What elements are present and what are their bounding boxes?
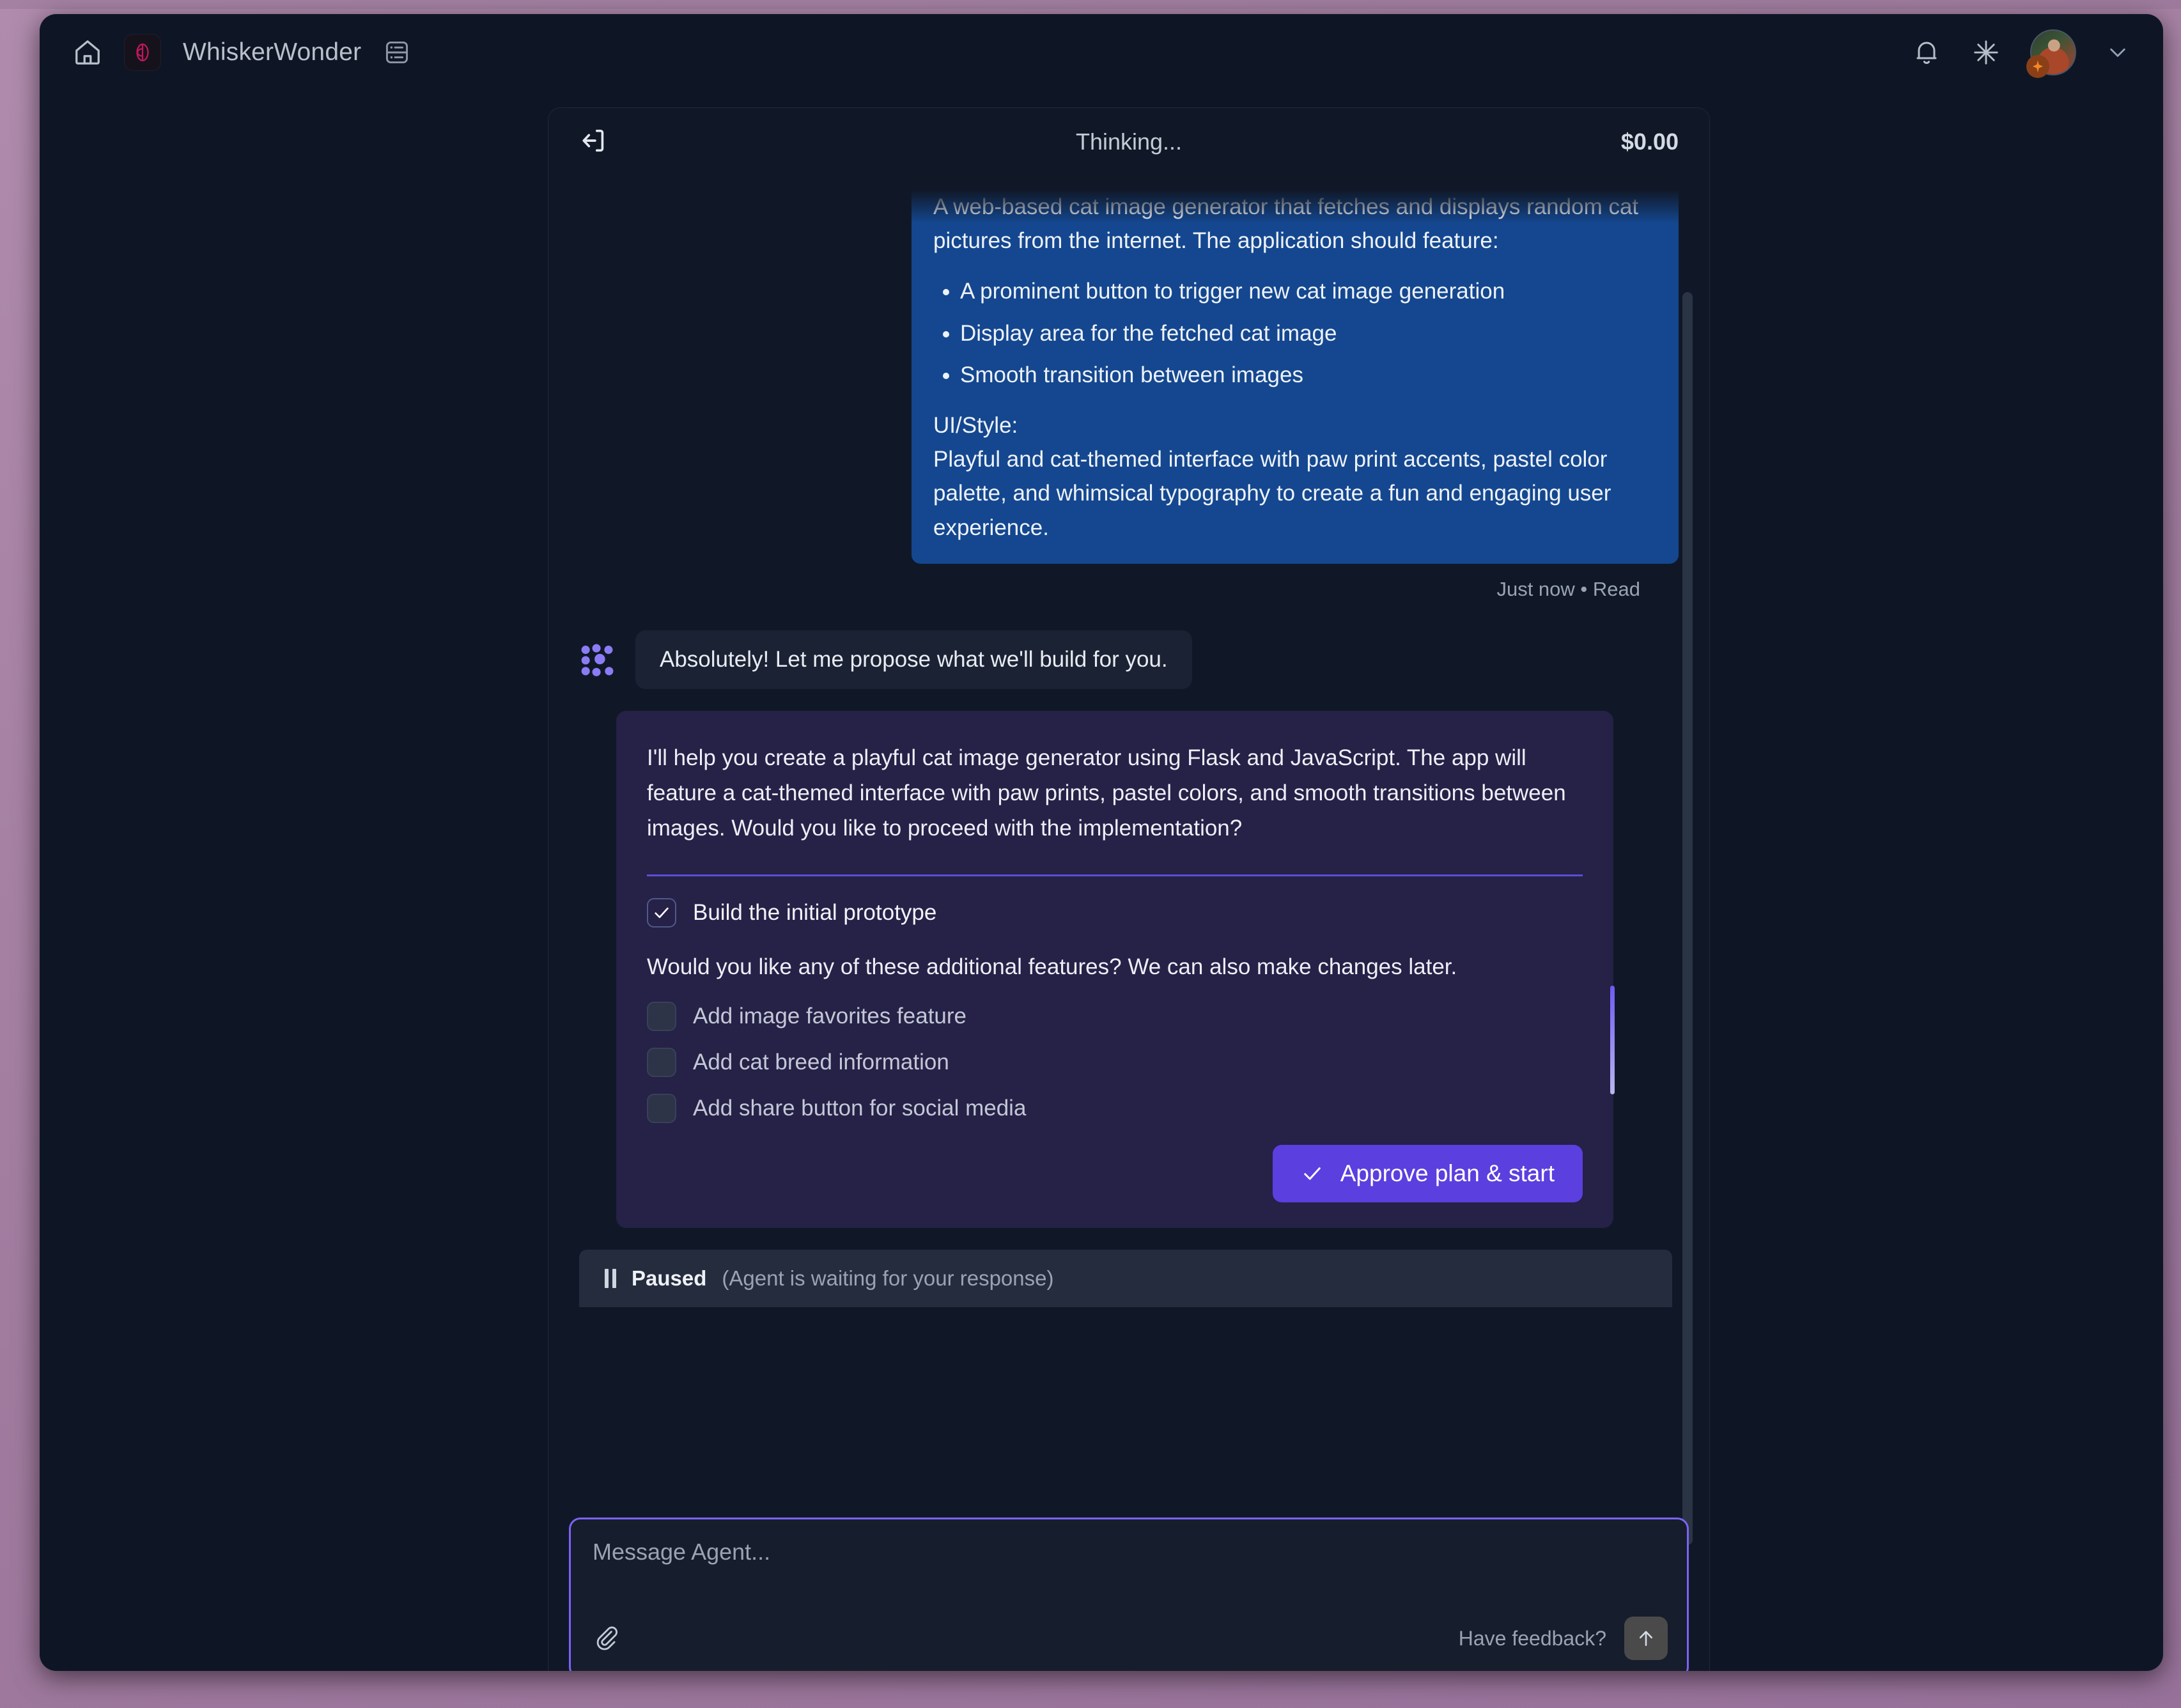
page-title: WhiskerWonder — [183, 38, 362, 66]
cat-logo-icon[interactable] — [124, 34, 161, 71]
status-badge: Paused (Agent is waiting for your respon… — [579, 1249, 1672, 1307]
plan-divider — [647, 874, 1583, 876]
plan-option-row[interactable]: Add cat breed information — [647, 1047, 1583, 1077]
plan-proposal-card: I'll help you create a playful cat image… — [616, 710, 1615, 1228]
checkbox-unchecked-icon[interactable] — [647, 1001, 676, 1031]
plan-option-label: Add share button for social media — [693, 1095, 1027, 1121]
paperclip-icon[interactable] — [593, 1624, 619, 1654]
assistant-message-row: Absolutely! Let me propose what we'll bu… — [579, 630, 1679, 689]
agent-pane: Thinking... $0.00 A web-based cat image … — [548, 107, 1710, 1671]
scrollbar[interactable] — [1682, 292, 1693, 1545]
avatar[interactable] — [2026, 29, 2076, 78]
checkbox-unchecked-icon[interactable] — [647, 1047, 676, 1077]
status-label: Paused — [632, 1266, 707, 1290]
conversation-scroll-area[interactable]: A web-based cat image generator that fet… — [548, 176, 1709, 1671]
feedback-link[interactable]: Have feedback? — [1459, 1627, 1606, 1650]
approve-plan-button[interactable]: Approve plan & start — [1272, 1144, 1583, 1202]
user-message-row: A web-based cat image generator that fet… — [579, 176, 1679, 564]
list-item: Smooth transition between images — [960, 358, 1657, 392]
send-button[interactable] — [1624, 1617, 1668, 1660]
list-item: A prominent button to trigger new cat im… — [960, 274, 1657, 308]
checkmark-icon[interactable] — [647, 897, 676, 928]
app-window: WhiskerWonder Thinking... $0.00 A web-ba… — [40, 14, 2163, 1671]
pause-icon — [605, 1268, 616, 1288]
user-message-style-label: UI/Style: — [933, 412, 1018, 438]
agent-status-title: Thinking... — [1075, 128, 1183, 155]
panel-layout-icon[interactable] — [383, 38, 411, 66]
plan-option-row[interactable]: Add share button for social media — [647, 1093, 1583, 1123]
plan-primary-task-row[interactable]: Build the initial prototype — [647, 897, 1583, 928]
agent-pane-header: Thinking... $0.00 — [548, 108, 1709, 176]
status-detail: (Agent is waiting for your response) — [722, 1266, 1054, 1290]
user-message-intro: A web-based cat image generator that fet… — [933, 194, 1639, 254]
exit-arrow-icon[interactable] — [579, 126, 609, 159]
agent-dots-icon — [579, 642, 616, 682]
user-message-style-text: Playful and cat-themed interface with pa… — [933, 447, 1611, 540]
checkmark-icon — [1301, 1162, 1324, 1185]
plan-accent-bar — [1610, 985, 1615, 1094]
list-item: Display area for the fetched cat image — [960, 316, 1657, 350]
sparkle-icon[interactable] — [1971, 38, 2001, 67]
plan-option-label: Add cat breed information — [693, 1049, 949, 1075]
message-meta: Just now • Read — [1496, 577, 1640, 600]
plan-intro-text: I'll help you create a playful cat image… — [647, 745, 1566, 841]
plan-option-label: Add image favorites feature — [693, 1003, 967, 1029]
search-input[interactable]: Message Agent... — [593, 1539, 1665, 1565]
chevron-down-icon[interactable] — [2106, 40, 2130, 65]
desktop-background: WhiskerWonder Thinking... $0.00 A web-ba… — [0, 0, 2181, 1708]
bell-icon[interactable] — [1911, 37, 1942, 68]
checkbox-unchecked-icon[interactable] — [647, 1093, 676, 1123]
message-composer[interactable]: Message Agent... Have feedback? — [569, 1518, 1689, 1671]
top-bar: WhiskerWonder — [40, 14, 2163, 91]
approve-plan-label: Approve plan & start — [1340, 1160, 1555, 1186]
user-message-bullets: A prominent button to trigger new cat im… — [960, 274, 1657, 392]
plan-question-text: Would you like any of these additional f… — [647, 954, 1457, 979]
home-icon[interactable] — [73, 38, 102, 67]
plan-primary-task-label: Build the initial prototype — [693, 899, 937, 925]
sparkle-badge-icon — [2026, 55, 2049, 78]
plan-option-row[interactable]: Add image favorites feature — [647, 1001, 1583, 1031]
user-message-bubble: A web-based cat image generator that fet… — [912, 176, 1679, 564]
assistant-message-bubble: Absolutely! Let me propose what we'll bu… — [635, 630, 1192, 689]
